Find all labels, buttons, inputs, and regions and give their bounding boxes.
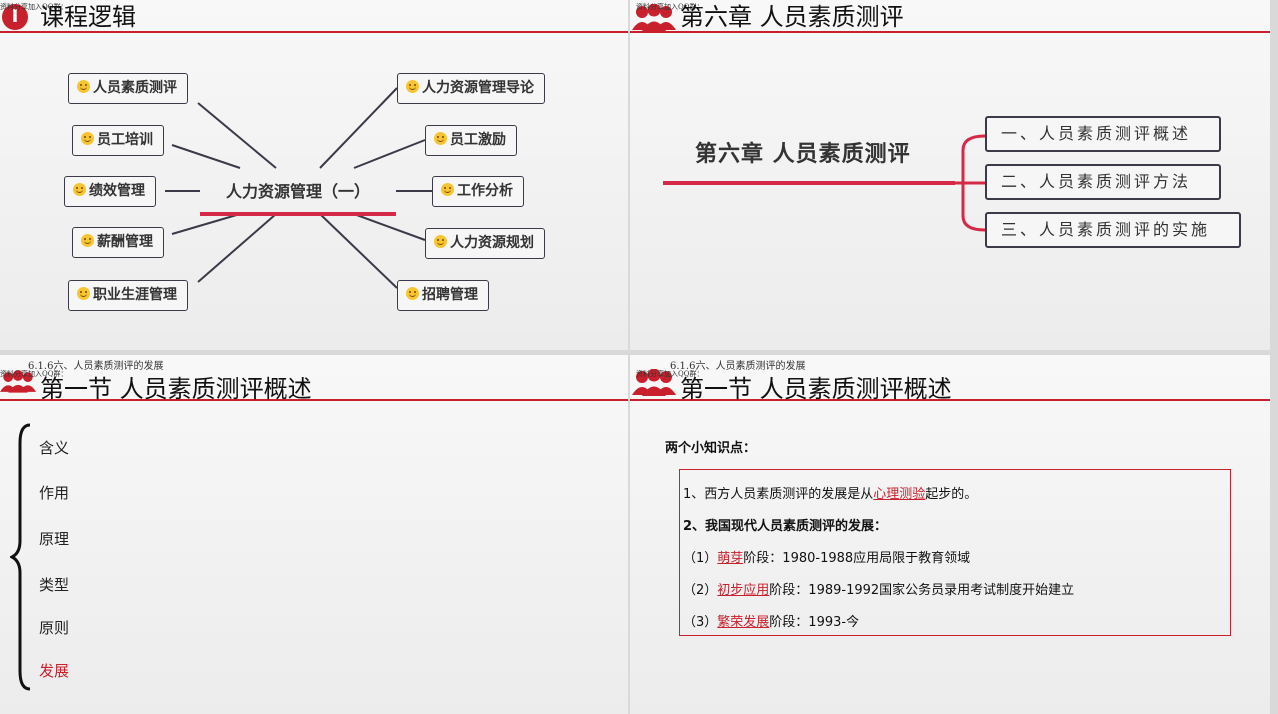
node-right-4[interactable]: 人力资源规划 <box>425 228 545 259</box>
node-left-2[interactable]: 员工培训 <box>72 125 164 156</box>
highlight-stage[interactable]: 繁荣发展 <box>717 615 769 630</box>
smiley-face-icon <box>406 287 419 300</box>
slide-course-logic[interactable]: I 资料分享加入QQ群： 课程逻辑 人员素质测评 员工培训 绩效管理 薪酬管理 … <box>0 0 628 350</box>
text-segment: 阶段：1980-1988应用局限于教育领域 <box>743 551 971 566</box>
knowledge-line-5: （3）繁荣发展阶段：1993-今 <box>683 611 859 630</box>
slide-title: 第一节 人员素质测评概述 <box>40 375 312 403</box>
node-label: 绩效管理 <box>89 183 145 199</box>
smiley-face-icon <box>434 132 447 145</box>
title-bar: 6.1.6六、人员素质测评的发展 资料分享加入QQ群： 第一节 人员素质测评概述 <box>630 361 1270 403</box>
smiley-face-icon <box>441 183 454 196</box>
text-segment: 阶段：1989-1992国家公务员录用考试制度开始建立 <box>769 583 1075 598</box>
node-label: 人力资源管理导论 <box>422 80 534 96</box>
slide-chapter-six[interactable]: 资料分享加入QQ群： 第六章 人员素质测评 第六章 人员素质测评 一、人员素质测… <box>630 0 1270 350</box>
section-item-2[interactable]: 二、人员素质测评方法 <box>985 164 1221 200</box>
node-left-3[interactable]: 绩效管理 <box>64 176 156 207</box>
knowledge-line-1: 1、西方人员素质测评的发展是从心理测验起步的。 <box>683 483 977 502</box>
node-label: 薪酬管理 <box>97 234 153 250</box>
node-left-5[interactable]: 职业生涯管理 <box>68 280 188 311</box>
outline-item-meaning[interactable]: 含义 <box>39 437 69 458</box>
highlight-stage[interactable]: 初步应用 <box>717 583 769 598</box>
knowledge-heading: 两个小知识点： <box>665 441 757 456</box>
center-node[interactable]: 人力资源管理（一） <box>200 178 396 202</box>
outline-item-rule[interactable]: 原则 <box>39 617 69 638</box>
slide-title: 第一节 人员素质测评概述 <box>680 375 952 403</box>
title-bar: 6.1.6六、人员素质测评的发展 资料分享加入QQ群： 第一节 人员素质测评概述 <box>0 361 628 403</box>
knowledge-line-4: （2）初步应用阶段：1989-1992国家公务员录用考试制度开始建立 <box>683 579 1074 598</box>
node-label: 人员素质测评 <box>93 80 177 96</box>
node-left-4[interactable]: 薪酬管理 <box>72 227 164 258</box>
highlight-stage[interactable]: 萌芽 <box>717 551 743 566</box>
slide-section-one-outline[interactable]: 6.1.6六、人员素质测评的发展 资料分享加入QQ群： 第一节 人员素质测评概述… <box>0 355 628 714</box>
node-right-5[interactable]: 招聘管理 <box>397 280 489 311</box>
smiley-face-icon <box>73 183 86 196</box>
smiley-face-icon <box>434 235 447 248</box>
node-label: 员工激励 <box>450 132 506 148</box>
text-segment: 起步的。 <box>925 487 978 502</box>
outline-item-principle[interactable]: 原理 <box>39 528 69 549</box>
smiley-face-icon <box>81 132 94 145</box>
node-right-1[interactable]: 人力资源管理导论 <box>397 73 545 104</box>
knowledge-line-3: （1）萌芽阶段：1980-1988应用局限于教育领域 <box>683 547 970 566</box>
slide-development-details[interactable]: 6.1.6六、人员素质测评的发展 资料分享加入QQ群： 第一节 人员素质测评概述… <box>630 355 1270 714</box>
node-right-3[interactable]: 工作分析 <box>432 176 524 207</box>
outline-item-type[interactable]: 类型 <box>39 574 69 595</box>
smiley-face-icon <box>77 287 90 300</box>
node-label: 工作分析 <box>457 183 513 199</box>
text-segment: 阶段：1993-今 <box>769 615 860 630</box>
node-right-2[interactable]: 员工激励 <box>425 125 517 156</box>
outline-item-development[interactable]: 发展 <box>39 660 69 681</box>
node-label: 招聘管理 <box>422 287 478 303</box>
text-segment: （1） <box>683 551 718 566</box>
text-segment: （3） <box>683 615 718 630</box>
node-label: 人力资源规划 <box>450 235 534 251</box>
smiley-face-icon <box>77 80 90 93</box>
highlight-psych-test[interactable]: 心理测验 <box>873 487 925 502</box>
node-left-1[interactable]: 人员素质测评 <box>68 73 188 104</box>
node-label: 职业生涯管理 <box>93 287 177 303</box>
section-item-3[interactable]: 三、人员素质测评的实施 <box>985 212 1241 248</box>
section-item-1[interactable]: 一、人员素质测评概述 <box>985 116 1221 152</box>
smiley-face-icon <box>81 234 94 247</box>
center-underline <box>200 212 396 216</box>
outline-item-function[interactable]: 作用 <box>39 482 69 503</box>
text-segment: （2） <box>683 583 718 598</box>
knowledge-line-2: 2、我国现代人员素质测评的发展： <box>683 519 888 534</box>
text-segment: 1、西方人员素质测评的发展是从 <box>683 487 874 502</box>
smiley-face-icon <box>406 80 419 93</box>
node-label: 员工培训 <box>97 132 153 148</box>
